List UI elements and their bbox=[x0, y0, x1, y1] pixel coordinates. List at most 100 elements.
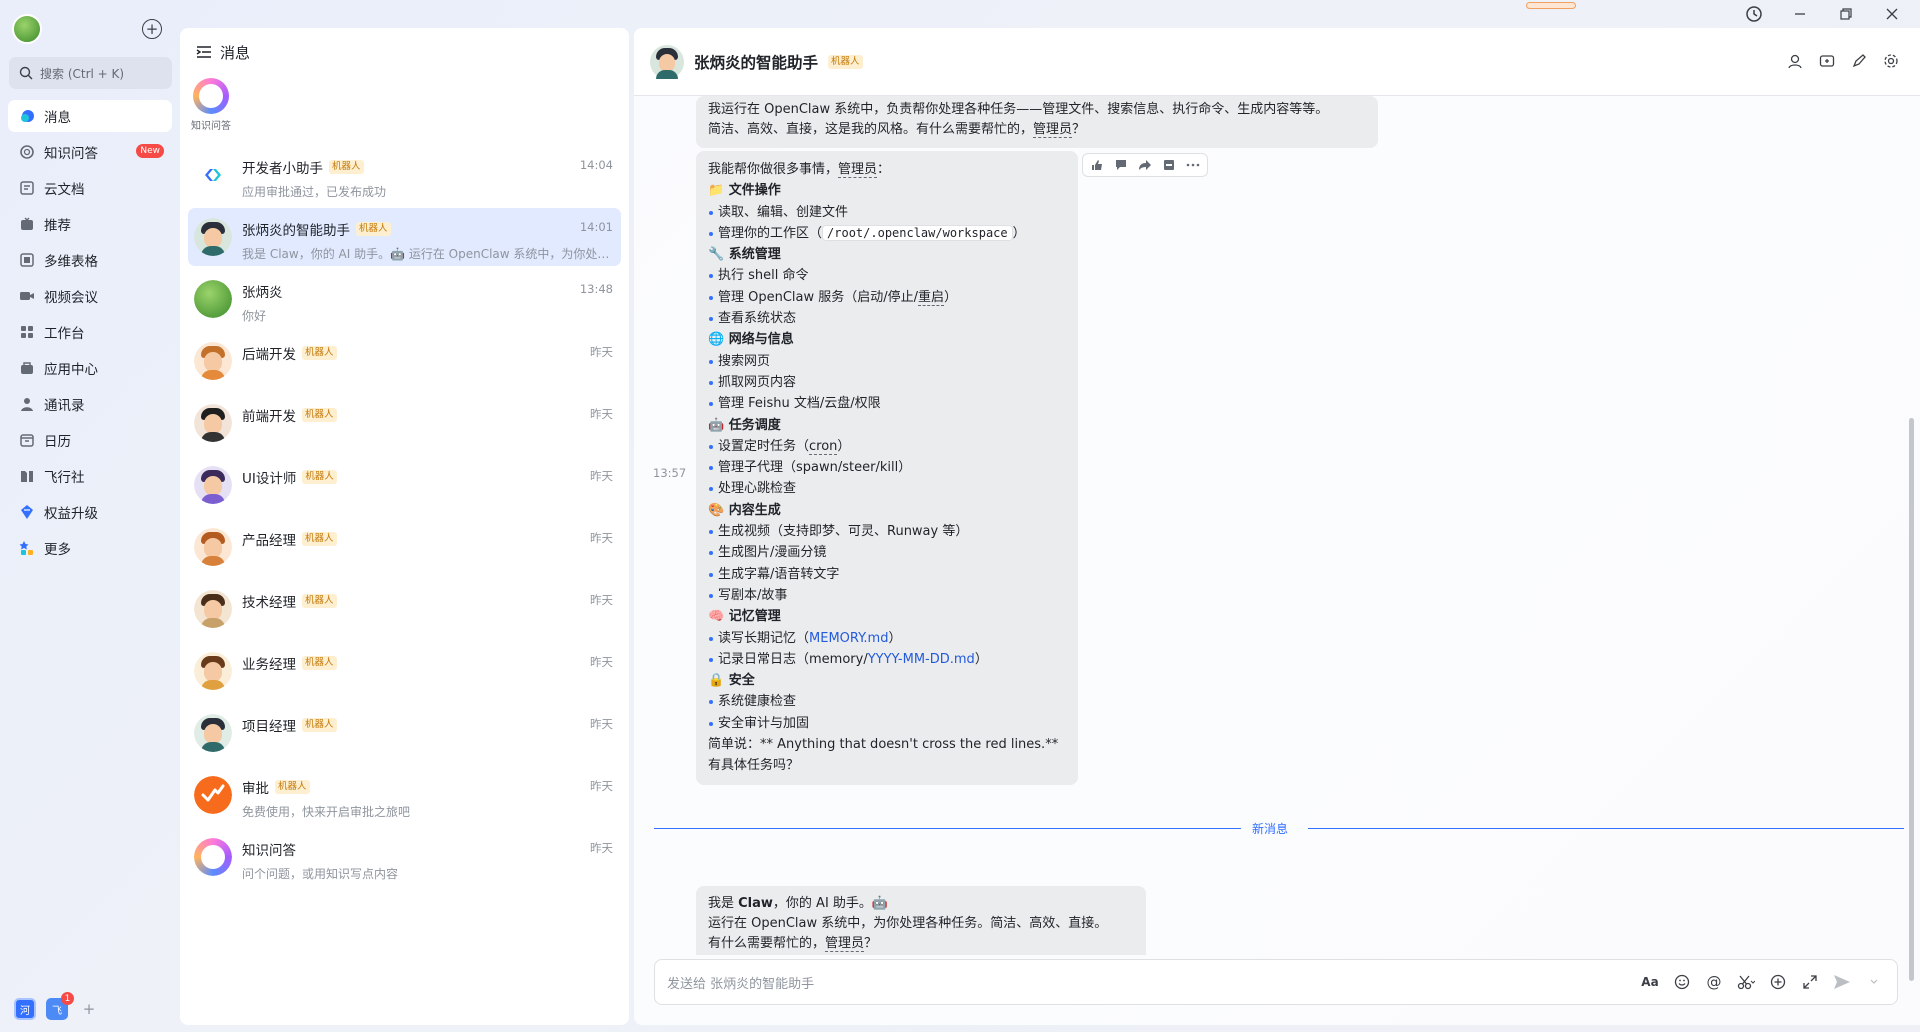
edit-icon[interactable] bbox=[1850, 52, 1868, 70]
restore-icon[interactable] bbox=[1832, 0, 1860, 28]
settings-gear-icon[interactable] bbox=[1882, 52, 1900, 70]
nav-item-label: 权益升级 bbox=[44, 506, 98, 522]
chat-name: UI设计师 bbox=[242, 471, 297, 487]
nav-item-docs[interactable]: 云文档 bbox=[8, 172, 172, 204]
chat-list-item[interactable]: 后端开发 机器人 昨天 bbox=[188, 332, 621, 390]
nav-item-label: 应用中心 bbox=[44, 362, 98, 378]
send-options-chevron-icon[interactable] bbox=[1865, 973, 1883, 991]
chat-list-item[interactable]: UI设计师 机器人 昨天 bbox=[188, 456, 621, 514]
nav-item-club[interactable]: 飞行社 bbox=[8, 460, 172, 492]
history-icon[interactable] bbox=[1740, 0, 1768, 28]
list-item: 处理心跳检查 bbox=[708, 478, 1066, 499]
nav-item-calendar[interactable]: 日历 bbox=[8, 424, 172, 456]
chat-list-item[interactable]: 业务经理 机器人 昨天 bbox=[188, 642, 621, 700]
calendar-icon bbox=[19, 432, 35, 448]
send-icon[interactable] bbox=[1833, 973, 1851, 991]
memory-link[interactable]: MEMORY.md bbox=[809, 631, 888, 646]
chat-time: 昨天 bbox=[590, 655, 613, 669]
message-area[interactable]: 我运行在 OpenClaw 系统中，负责帮你处理各种任务——管理文件、搜索信息、… bbox=[634, 96, 1904, 955]
list-collapse-icon[interactable] bbox=[196, 45, 212, 59]
mention-admin[interactable]: 管理员 bbox=[1033, 122, 1073, 138]
member-icon[interactable] bbox=[1786, 52, 1804, 70]
nav-item-knowledge[interactable]: 知识问答 New bbox=[8, 136, 172, 168]
nav-item-more-apps[interactable]: 更多 bbox=[8, 532, 172, 564]
chat-list-item[interactable]: 知识问答 问个问题，或用知识写点内容 昨天 bbox=[188, 828, 621, 886]
search-box[interactable]: 搜索 (Ctrl + K) bbox=[9, 57, 172, 89]
mention-admin[interactable]: 管理员 bbox=[838, 162, 878, 178]
chat-avatar bbox=[194, 342, 232, 380]
emoji-icon[interactable] bbox=[1673, 973, 1691, 991]
expand-icon[interactable] bbox=[1801, 973, 1819, 991]
bot-tag: 机器人 bbox=[302, 594, 337, 608]
daily-log-link[interactable]: YYYY-MM-DD.md bbox=[868, 652, 975, 667]
chat-avatar bbox=[194, 466, 232, 504]
list-item: 系统健康检查 bbox=[708, 691, 1066, 712]
nav-item-base[interactable]: 多维表格 bbox=[8, 244, 172, 276]
chat-list-item[interactable]: 项目经理 机器人 昨天 bbox=[188, 704, 621, 762]
nav-menu: 消息知识问答 New 云文档推荐多维表格视频会议工作台应用中心通讯录日历飞行社权益升… bbox=[8, 100, 172, 568]
scissors-screenshot-icon[interactable] bbox=[1737, 973, 1755, 991]
section-network: 🌐 网络与信息 bbox=[708, 332, 794, 348]
text-format-icon[interactable]: Aa bbox=[1641, 973, 1659, 991]
conversation-header: 张炳炎的智能助手 机器人 bbox=[634, 28, 1920, 96]
workspace-switch-b[interactable]: 飞1 bbox=[46, 992, 74, 1020]
chat-list-item[interactable]: 产品经理 机器人 昨天 bbox=[188, 518, 621, 576]
chat-list-item[interactable]: 张炳炎的智能助手 机器人 我是 Claw，你的 AI 助手。🤖 运行在 OpenCl… bbox=[188, 208, 621, 266]
section-security: 🔒 安全 bbox=[708, 673, 755, 689]
create-plus-icon[interactable]: + bbox=[142, 19, 162, 39]
pin-icon[interactable] bbox=[1159, 156, 1179, 174]
list-item: 管理 Feishu 文档/云盘/权限 bbox=[708, 393, 1066, 414]
nav-item-recommend[interactable]: 推荐 bbox=[8, 208, 172, 240]
chat-list-item[interactable]: 张炳炎 你好 13:48 bbox=[188, 270, 621, 328]
search-icon bbox=[19, 66, 33, 80]
add-attachment-icon[interactable] bbox=[1769, 973, 1787, 991]
mention-icon[interactable]: @ bbox=[1705, 973, 1723, 991]
nav-item-label: 多维表格 bbox=[44, 254, 98, 270]
chat-list-item[interactable]: 审批 机器人 免费使用，快来开启审批之旅吧 昨天 bbox=[188, 766, 621, 824]
message-bubble[interactable]: 我运行在 OpenClaw 系统中，负责帮你处理各种任务——管理文件、搜索信息、… bbox=[696, 96, 1378, 148]
nav-item-app-center[interactable]: 应用中心 bbox=[8, 352, 172, 384]
add-workspace-icon[interactable]: + bbox=[78, 998, 100, 1020]
nav-item-message[interactable]: 消息 bbox=[8, 100, 172, 132]
minimize-icon[interactable] bbox=[1786, 0, 1814, 28]
contacts-icon bbox=[19, 396, 35, 412]
message-composer[interactable]: 发送给 张炳炎的智能助手 Aa @ bbox=[654, 959, 1898, 1005]
conversation-panel: 张炳炎的智能助手 机器人 我运行在 OpenClaw 系统中，负责帮你处理各种任… bbox=[634, 28, 1920, 1025]
message-scrollbar[interactable] bbox=[1909, 418, 1914, 981]
comment-icon[interactable] bbox=[1111, 156, 1131, 174]
thumbs-up-icon[interactable] bbox=[1087, 156, 1107, 174]
message-text: 有具体任务吗？ bbox=[708, 758, 800, 774]
app-center-icon bbox=[19, 360, 35, 376]
mention-admin[interactable]: 管理员 bbox=[825, 936, 865, 952]
chat-preview: 问个问题，或用知识写点内容 bbox=[242, 867, 399, 881]
nav-item-label: 推荐 bbox=[44, 218, 71, 234]
section-content: 🎨 内容生成 bbox=[708, 502, 781, 518]
window-drag-handle[interactable] bbox=[1526, 2, 1576, 9]
user-avatar[interactable] bbox=[12, 14, 42, 44]
chat-time: 昨天 bbox=[590, 593, 613, 607]
chat-list-item[interactable]: 开发者小助手 机器人 应用审批通过，已发布成功 14:04 bbox=[188, 146, 621, 204]
list-item: 执行 shell 命令 bbox=[708, 265, 1066, 286]
chat-preview: 应用审批通过，已发布成功 bbox=[242, 185, 387, 199]
chat-list-item[interactable]: 技术经理 机器人 昨天 bbox=[188, 580, 621, 638]
nav-item-contacts[interactable]: 通讯录 bbox=[8, 388, 172, 420]
list-item: 读取、编辑、创建文件 bbox=[708, 202, 1066, 223]
message-bubble-capabilities[interactable]: 我能帮你做很多事情，管理员： 📁 文件操作 读取、编辑、创建文件 管理你的工作区… bbox=[696, 151, 1078, 785]
assistant-avatar[interactable] bbox=[650, 44, 684, 79]
chat-avatar bbox=[194, 652, 232, 690]
close-icon[interactable] bbox=[1878, 0, 1906, 28]
recommend-icon bbox=[19, 216, 35, 232]
nav-item-upgrade[interactable]: 权益升级 bbox=[8, 496, 172, 528]
forward-icon[interactable] bbox=[1135, 156, 1155, 174]
message-bubble-latest[interactable]: 我是 Claw，你的 AI 助手。🤖 运行在 OpenClaw 系统中，为你处理… bbox=[696, 886, 1146, 955]
chat-list-item[interactable]: 前端开发 机器人 昨天 bbox=[188, 394, 621, 452]
more-options-icon[interactable] bbox=[1183, 156, 1203, 174]
add-to-group-icon[interactable] bbox=[1818, 52, 1836, 70]
nav-item-label: 更多 bbox=[44, 542, 71, 558]
nav-item-video[interactable]: 视频会议 bbox=[8, 280, 172, 312]
nav-item-label: 消息 bbox=[44, 110, 71, 126]
nav-item-workplace[interactable]: 工作台 bbox=[8, 316, 172, 348]
workspace-switch-a[interactable]: 河 bbox=[14, 998, 36, 1020]
pinned-knowledge-qa[interactable]: 知识问答 bbox=[188, 78, 234, 132]
nav-item-label: 工作台 bbox=[44, 326, 85, 342]
